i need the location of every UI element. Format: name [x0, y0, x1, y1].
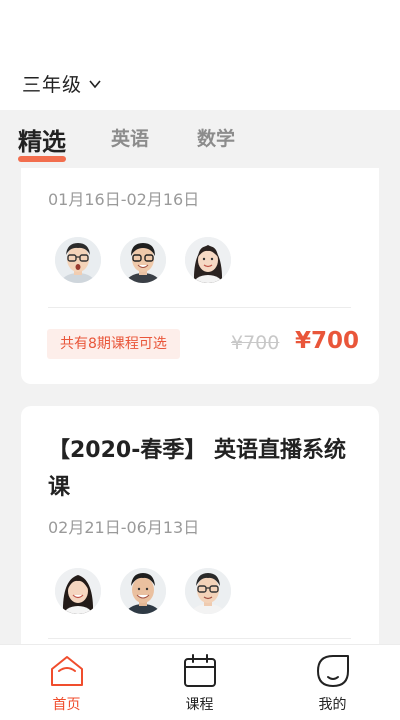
active-tab-underline — [18, 156, 66, 162]
grade-selector[interactable]: 三年级 — [22, 70, 102, 97]
category-tabs: 精选 英语 数学 — [0, 110, 400, 168]
nav-home[interactable]: 首页 — [0, 645, 133, 720]
original-price: ¥700 — [231, 332, 280, 354]
nav-profile-label: 我的 — [318, 697, 347, 713]
course-date: 02月21日-06月13日 — [48, 518, 200, 537]
avatar — [120, 568, 166, 614]
avatar — [185, 237, 231, 283]
avatar — [55, 568, 101, 614]
course-card[interactable]: 01月16日-02月16日 共有8期课程可选 ¥700 ¥700 — [21, 150, 379, 384]
tab-math[interactable]: 数学 — [197, 124, 235, 151]
periods-badge: 共有8期课程可选 — [47, 329, 180, 359]
avatar — [120, 237, 166, 283]
top-header: 三年级 — [0, 0, 400, 110]
course-title: 【2020-春季】 英语直播系统课 — [48, 438, 347, 500]
chevron-down-icon — [89, 79, 101, 88]
course-date: 01月16日-02月16日 — [48, 190, 200, 209]
tab-featured[interactable]: 精选 — [18, 122, 66, 162]
card-divider — [48, 638, 351, 639]
course-price: ¥700 — [295, 328, 360, 354]
grade-label: 三年级 — [22, 74, 83, 96]
bottom-nav: 首页 课程 我的 — [0, 644, 400, 720]
course-card[interactable]: 【2020-春季】 英语直播系统课 02月21日-06月13日 — [21, 406, 379, 644]
calendar-icon — [183, 654, 216, 687]
teacher-avatars — [55, 237, 231, 283]
content-area: 精选 英语 数学 01月16日-02月16日 共有8期课程可选 ¥700 ¥70… — [0, 110, 400, 644]
profile-icon — [316, 655, 349, 687]
nav-courses[interactable]: 课程 — [133, 645, 266, 720]
nav-courses-label: 课程 — [185, 697, 214, 713]
nav-home-label: 首页 — [52, 697, 81, 713]
teacher-avatars — [55, 568, 231, 614]
avatar — [55, 237, 101, 283]
tab-english[interactable]: 英语 — [111, 124, 149, 151]
avatar — [185, 568, 231, 614]
tab-featured-label: 精选 — [18, 128, 66, 156]
home-icon — [50, 656, 83, 686]
nav-profile[interactable]: 我的 — [266, 645, 399, 720]
card-divider — [48, 307, 351, 308]
